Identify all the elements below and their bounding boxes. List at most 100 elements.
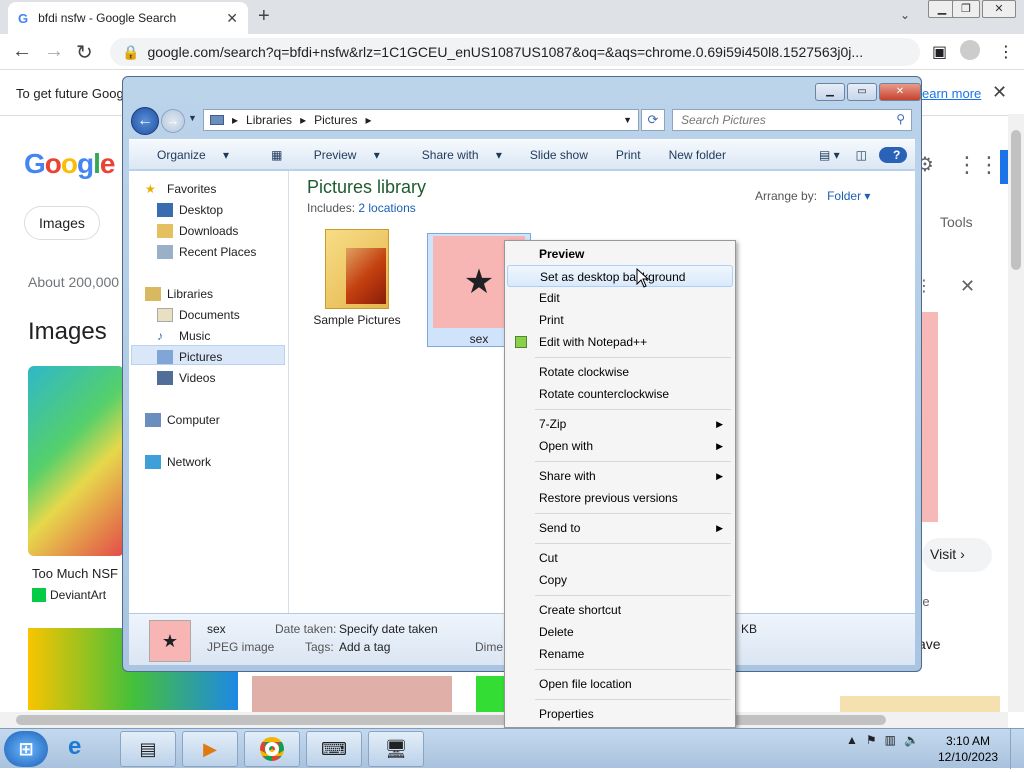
- menu-item-open-with[interactable]: Open with ▶: [507, 435, 733, 457]
- recent-pages-icon[interactable]: ▼: [188, 113, 197, 123]
- share-with-menu[interactable]: Share with ▾: [394, 148, 516, 162]
- back-arrow-icon[interactable]: ←: [12, 40, 32, 63]
- menu-item-delete[interactable]: Delete: [507, 621, 733, 643]
- menu-item-rename[interactable]: Rename: [507, 643, 733, 665]
- organize-menu[interactable]: Organize ▾: [129, 148, 243, 162]
- visit-button[interactable]: Visit ›: [922, 538, 992, 572]
- images-filter-pill[interactable]: Images: [24, 206, 100, 240]
- image-result-title[interactable]: Too Much NSF: [32, 566, 118, 581]
- explorer-search-input[interactable]: Search Pictures ⚲: [672, 109, 912, 131]
- change-view-icon[interactable]: ▤ ▾: [811, 148, 848, 162]
- menu-item-open-file-location[interactable]: Open file location: [507, 673, 733, 695]
- close-preview-icon[interactable]: ✕: [960, 276, 975, 297]
- apps-grid-icon[interactable]: ⋮⋮: [956, 152, 1000, 178]
- menu-item-rotate-clockwise[interactable]: Rotate clockwise: [507, 361, 733, 383]
- nav-recent-places[interactable]: Recent Places: [157, 242, 256, 262]
- vertical-scroll-thumb[interactable]: [1011, 130, 1021, 270]
- slide-show-button[interactable]: Slide show: [516, 148, 602, 162]
- nav-network[interactable]: Network: [145, 452, 211, 472]
- info-close-icon[interactable]: ✕: [992, 82, 1007, 103]
- network-taskbar-button[interactable]: 🖥: [368, 731, 424, 767]
- explorer-maximize-button[interactable]: ▭: [847, 83, 877, 101]
- help-icon[interactable]: ?: [875, 146, 915, 163]
- nav-desktop[interactable]: Desktop: [157, 200, 223, 220]
- menu-icon[interactable]: ⋮: [998, 42, 1014, 62]
- keyboard-taskbar-button[interactable]: ⌨: [306, 731, 362, 767]
- nav-downloads[interactable]: Downloads: [157, 221, 238, 241]
- breadcrumb-pictures[interactable]: Pictures: [314, 113, 357, 127]
- clock[interactable]: 3:10 AM 12/10/2023: [938, 733, 998, 765]
- tab-close-icon[interactable]: ✕: [226, 10, 238, 27]
- explorer-close-button[interactable]: ✕: [879, 83, 921, 101]
- menu-item-restore-previous-versions[interactable]: Restore previous versions: [507, 487, 733, 509]
- nav-libraries[interactable]: Libraries: [145, 284, 213, 304]
- refresh-button[interactable]: ⟳: [641, 109, 665, 131]
- profile-avatar-icon[interactable]: [960, 40, 980, 60]
- menu-item-copy[interactable]: Copy: [507, 569, 733, 591]
- menu-item-preview[interactable]: Preview: [507, 243, 733, 265]
- forward-arrow-icon[interactable]: →: [44, 40, 64, 63]
- nav-pictures[interactable]: Pictures: [157, 347, 222, 367]
- forward-button[interactable]: →: [161, 109, 185, 133]
- explorer-minimize-button[interactable]: ▁: [815, 83, 845, 101]
- menu-item-7zip[interactable]: 7-Zip ▶: [507, 413, 733, 435]
- image-result-thumbnail[interactable]: [28, 366, 124, 556]
- nav-favorites[interactable]: ★ Favorites: [145, 179, 216, 199]
- explorer-address-bar[interactable]: ▸ Libraries ▸ Pictures ▸ ▼: [203, 109, 639, 131]
- menu-item-cut[interactable]: Cut: [507, 547, 733, 569]
- maximize-button[interactable]: ❐: [952, 0, 980, 18]
- includes-locations-link[interactable]: 2 locations: [358, 201, 415, 215]
- nav-videos[interactable]: Videos: [157, 368, 215, 388]
- menu-item-send-to[interactable]: Send to ▶: [507, 517, 733, 539]
- file-item-sample-pictures[interactable]: Sample Pictures: [311, 229, 403, 329]
- reload-icon[interactable]: ↻: [76, 40, 93, 65]
- back-button[interactable]: ←: [131, 107, 159, 135]
- image-result-source[interactable]: DeviantArt: [32, 588, 106, 602]
- menu-item-share-with[interactable]: Share with ▶: [507, 465, 733, 487]
- network-status-icon[interactable]: ▥: [885, 733, 896, 747]
- explorer-window-controls: ▁ ▭ ✕: [815, 83, 921, 101]
- nav-music[interactable]: ♪ Music: [157, 326, 210, 346]
- menu-item-set-desktop-background[interactable]: Set as desktop background: [507, 265, 733, 287]
- details-tags-value[interactable]: Add a tag: [339, 640, 390, 654]
- learn-more-link[interactable]: earn more: [922, 86, 981, 101]
- google-logo[interactable]: Google: [24, 148, 115, 180]
- details-date-value[interactable]: Specify date taken: [339, 622, 438, 636]
- menu-item-rotate-counterclockwise[interactable]: Rotate counterclockwise: [507, 383, 733, 405]
- tab-search-icon[interactable]: ⌄: [900, 8, 910, 22]
- nav-computer[interactable]: Computer: [145, 410, 220, 430]
- menu-item-edit[interactable]: Edit: [507, 287, 733, 309]
- print-button[interactable]: Print: [602, 148, 655, 162]
- preview-menu[interactable]: ▦ Preview ▾: [243, 148, 394, 162]
- image-result-thumbnail[interactable]: [252, 676, 452, 712]
- internet-explorer-icon[interactable]: e: [68, 733, 81, 761]
- horizontal-scroll-thumb[interactable]: [16, 715, 886, 725]
- show-hidden-icons-icon[interactable]: ▲: [846, 733, 858, 747]
- address-bar[interactable]: 🔒 google.com/search?q=bfdi+nsfw&rlz=1C1G…: [110, 38, 920, 66]
- nav-documents[interactable]: Documents: [157, 305, 240, 325]
- tools-button[interactable]: Tools: [940, 214, 973, 230]
- explorer-taskbar-button[interactable]: ▤: [120, 731, 176, 767]
- sign-in-button[interactable]: [1000, 150, 1008, 184]
- menu-item-properties[interactable]: Properties: [507, 703, 733, 725]
- image-result-thumbnail[interactable]: [840, 696, 1000, 712]
- sidebar-icon[interactable]: ▣: [932, 42, 947, 62]
- media-player-taskbar-button[interactable]: ▶: [182, 731, 238, 767]
- show-desktop-button[interactable]: [1010, 729, 1024, 769]
- menu-item-edit-notepad[interactable]: Edit with Notepad++: [507, 331, 733, 353]
- browser-tab[interactable]: G bfdi nsfw - Google Search ✕: [8, 2, 248, 34]
- preview-pane-icon[interactable]: ◫: [848, 148, 875, 162]
- arrange-by-dropdown[interactable]: Folder ▾: [827, 189, 870, 203]
- image-result-thumbnail[interactable]: [476, 676, 506, 712]
- menu-item-print[interactable]: Print: [507, 309, 733, 331]
- new-tab-button[interactable]: +: [258, 5, 270, 28]
- close-window-button[interactable]: ✕: [982, 0, 1016, 18]
- chrome-taskbar-button[interactable]: [244, 731, 300, 767]
- menu-item-create-shortcut[interactable]: Create shortcut: [507, 599, 733, 621]
- action-center-icon[interactable]: ⚑: [866, 733, 877, 747]
- new-folder-button[interactable]: New folder: [655, 148, 740, 162]
- volume-icon[interactable]: 🔈: [904, 733, 919, 747]
- address-dropdown-icon[interactable]: ▼: [623, 115, 632, 125]
- breadcrumb-libraries[interactable]: Libraries: [246, 113, 292, 127]
- start-button[interactable]: ⊞: [4, 731, 48, 767]
